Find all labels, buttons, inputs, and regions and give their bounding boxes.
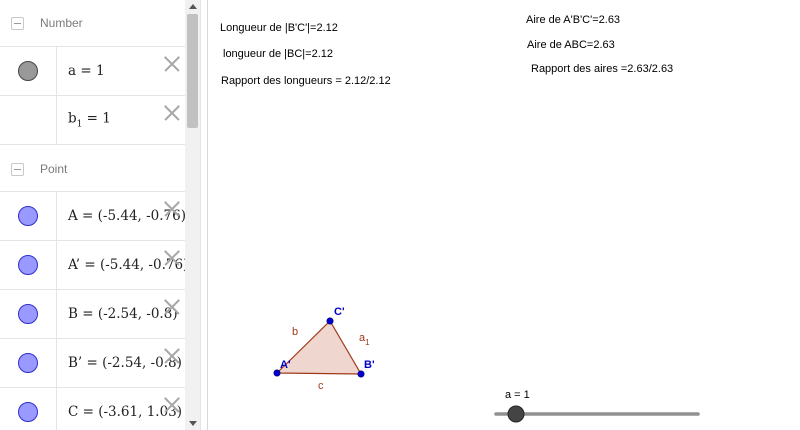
label-b-prime: B' <box>364 359 375 371</box>
algebra-expression[interactable]: B = (-2.54, -0.8) <box>68 306 178 322</box>
delete-icon[interactable] <box>163 104 181 122</box>
marble-cell <box>0 290 57 338</box>
label-a-prime: A' <box>280 359 291 371</box>
scroll-up-arrow-icon[interactable] <box>189 4 197 9</box>
delete-icon[interactable] <box>163 347 181 365</box>
marble-cell <box>0 192 57 240</box>
delete-icon[interactable] <box>163 55 181 73</box>
scroll-down-arrow-icon[interactable] <box>189 421 197 426</box>
view-divider[interactable] <box>200 0 208 430</box>
algebra-expression[interactable]: a = 1 <box>68 63 105 79</box>
label-segment-a1: a1 <box>359 332 370 347</box>
collapse-icon[interactable] <box>11 17 24 30</box>
geogebra-app: Number a = 1 b1 = 1 Point A = (-5.44, -0… <box>0 0 800 430</box>
algebra-item-point-b[interactable]: B = (-2.54, -0.8) <box>0 290 185 339</box>
delete-icon[interactable] <box>163 200 181 218</box>
visibility-toggle-icon[interactable] <box>18 61 38 81</box>
scroll-thumb[interactable] <box>187 14 198 128</box>
construction-canvas: A' B' C' b c a1 a = 1 <box>273 306 700 423</box>
graphics-view[interactable]: Longueur de |B'C'|=2.12 longueur de |BC|… <box>208 0 800 430</box>
visibility-toggle-icon[interactable] <box>18 206 38 226</box>
delete-icon[interactable] <box>163 298 181 316</box>
visibility-toggle-icon[interactable] <box>18 402 38 422</box>
marble-cell <box>0 47 57 95</box>
label-segment-b: b <box>292 326 298 338</box>
group-label-point: Point <box>40 162 68 176</box>
visibility-toggle-icon[interactable] <box>18 304 38 324</box>
algebra-scrollbar[interactable] <box>185 0 200 430</box>
delete-icon[interactable] <box>163 249 181 267</box>
label-segment-a1-sub: 1 <box>365 338 370 347</box>
marble-cell <box>0 241 57 289</box>
label-c-prime: C' <box>334 306 345 318</box>
algebra-view: Number a = 1 b1 = 1 Point A = (-5.44, -0… <box>0 0 185 430</box>
marble-cell <box>0 96 57 144</box>
algebra-expression[interactable]: b1 = 1 <box>68 111 111 130</box>
algebra-item-point-a[interactable]: A = (-5.44, -0.76) <box>0 192 185 241</box>
delete-icon[interactable] <box>163 396 181 414</box>
algebra-item-point-a-prime[interactable]: A’ = (-5.44, -0.76) <box>0 241 185 290</box>
slider-label: a = 1 <box>505 389 530 401</box>
point-b-prime[interactable] <box>357 370 365 378</box>
collapse-icon[interactable] <box>11 163 24 176</box>
label-segment-c: c <box>318 380 324 392</box>
group-header-point[interactable]: Point <box>0 145 185 192</box>
algebra-item-point-c[interactable]: C = (-3.61, 1.03) <box>0 388 185 430</box>
group-label-number: Number <box>40 16 83 30</box>
point-c-prime[interactable] <box>326 317 334 325</box>
slider-knob[interactable] <box>507 405 525 423</box>
group-header-number[interactable]: Number <box>0 0 185 47</box>
expression-value: = 1 <box>82 110 111 127</box>
visibility-toggle-icon[interactable] <box>18 353 38 373</box>
visibility-toggle-icon[interactable] <box>18 255 38 275</box>
algebra-item-point-b-prime[interactable]: B’ = (-2.54, -0.8) <box>0 339 185 388</box>
marble-cell <box>0 388 57 430</box>
algebra-item-a[interactable]: a = 1 <box>0 47 185 96</box>
marble-cell <box>0 339 57 387</box>
algebra-item-b1[interactable]: b1 = 1 <box>0 96 185 145</box>
